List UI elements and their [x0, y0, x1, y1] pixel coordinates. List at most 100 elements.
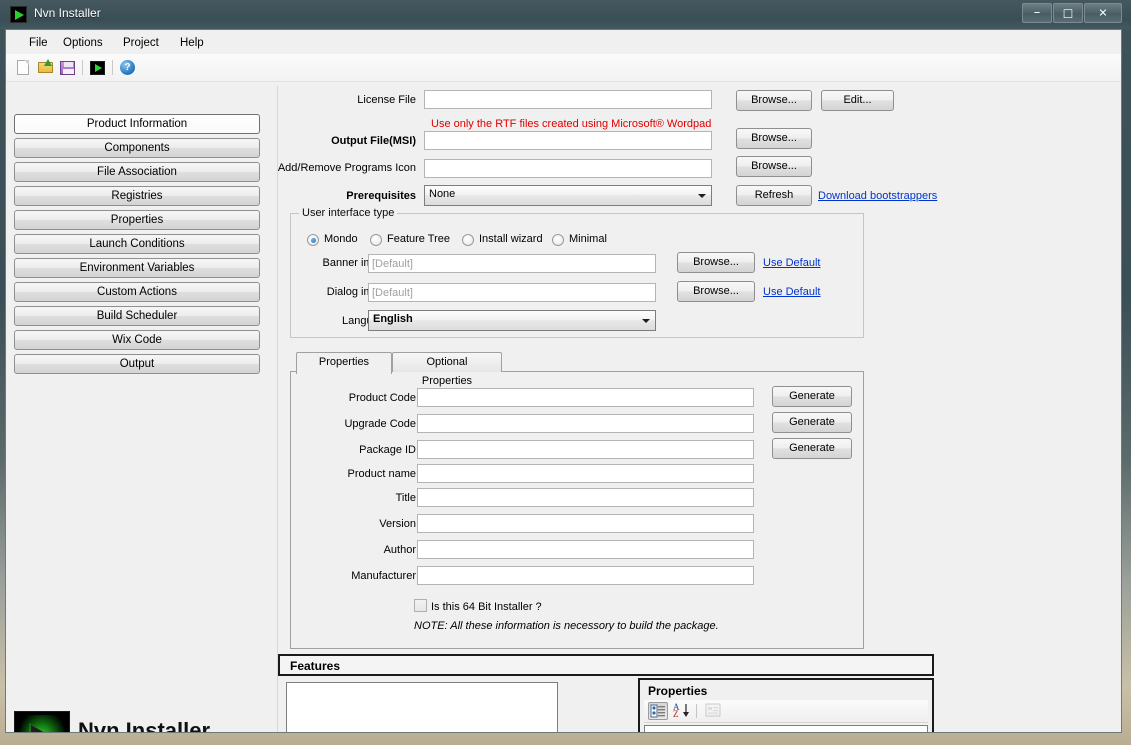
arp-icon-input[interactable]	[424, 159, 712, 178]
radio-dot-icon	[307, 234, 319, 246]
refresh-button[interactable]: Refresh	[736, 185, 812, 206]
banner-use-default-link[interactable]: Use Default	[763, 257, 820, 269]
property-pages-icon	[704, 702, 724, 720]
license-file-input[interactable]	[424, 90, 712, 109]
menu-bar: File Options Project Help	[6, 30, 1121, 54]
output-file-label: Output File(MSI)	[331, 135, 416, 147]
package-id-label: Package ID	[359, 444, 416, 456]
menu-options[interactable]: Options	[56, 35, 110, 51]
generate-package-id-button[interactable]: Generate	[772, 438, 852, 459]
prerequisites-value: None	[429, 188, 456, 200]
sidebar-item-output[interactable]: Output	[14, 354, 260, 374]
package-id-input[interactable]	[417, 440, 754, 459]
sidebar-item-launch-conditions[interactable]: Launch Conditions	[14, 234, 260, 254]
is-64bit-checkbox[interactable]	[414, 599, 427, 612]
radio-mondo-label: Mondo	[324, 233, 358, 245]
tab-optional-properties[interactable]: Optional Properties	[392, 352, 502, 387]
sidebar-item-file-association[interactable]: File Association	[14, 162, 260, 182]
product-name-label: Product name	[347, 468, 416, 480]
categorized-icon-svg	[650, 704, 665, 718]
sidebar-item-wix-code[interactable]: Wix Code	[14, 330, 260, 350]
maximize-icon: □	[1062, 6, 1074, 20]
minimize-icon: –	[1033, 5, 1041, 20]
categorized-icon[interactable]	[648, 702, 668, 720]
properties-toolbar-separator	[696, 704, 697, 718]
license-browse-button[interactable]: Browse...	[736, 90, 812, 111]
generate-upgrade-code-button[interactable]: Generate	[772, 412, 852, 433]
toolbar: ?	[6, 54, 1121, 82]
menu-help[interactable]: Help	[173, 35, 211, 51]
sidebar-item-environment-variables[interactable]: Environment Variables	[14, 258, 260, 278]
toolbar-separator-1	[82, 60, 83, 75]
manufacturer-input[interactable]	[417, 566, 754, 585]
new-icon[interactable]	[15, 59, 33, 77]
tab-properties[interactable]: Properties	[296, 352, 392, 374]
product-code-label: Product Code	[348, 392, 416, 404]
features-list[interactable]	[286, 682, 558, 732]
radio-dot-icon	[370, 234, 382, 246]
sidebar-item-properties[interactable]: Properties	[14, 210, 260, 230]
arp-icon-label: Add/Remove Programs Icon	[277, 162, 416, 174]
sidebar-item-build-scheduler[interactable]: Build Scheduler	[14, 306, 260, 326]
open-icon[interactable]	[37, 59, 55, 77]
radio-feature-tree-label: Feature Tree	[387, 233, 450, 245]
sidebar-item-registries[interactable]: Registries	[14, 186, 260, 206]
radio-install-wizard-label: Install wizard	[479, 233, 543, 245]
language-value: English	[373, 313, 413, 325]
app-logo	[14, 711, 70, 732]
sidebar-divider	[277, 86, 278, 732]
property-pages-icon-svg	[705, 703, 721, 717]
alphabetical-sort-icon[interactable]: A Z	[672, 702, 692, 720]
alphabetical-sort-icon-svg: A Z	[673, 702, 689, 719]
client-area: File Options Project Help ? Product Info…	[5, 29, 1122, 733]
help-icon[interactable]: ?	[119, 59, 137, 77]
manufacturer-label: Manufacturer	[351, 570, 416, 582]
properties-grid[interactable]	[644, 725, 928, 732]
sidebar: Product Information Components File Asso…	[14, 114, 268, 378]
license-edit-button[interactable]: Edit...	[821, 90, 894, 111]
dialog-browse-button[interactable]: Browse...	[677, 281, 755, 302]
maximize-button[interactable]: □	[1053, 3, 1083, 23]
upgrade-code-input[interactable]	[417, 414, 754, 433]
is-64bit-label: Is this 64 Bit Installer ?	[431, 601, 542, 613]
prerequisites-select[interactable]: None	[424, 185, 712, 206]
author-input[interactable]	[417, 540, 754, 559]
sidebar-item-product-information[interactable]: Product Information	[14, 114, 260, 134]
sidebar-item-components[interactable]: Components	[14, 138, 260, 158]
product-code-input[interactable]	[417, 388, 754, 407]
menu-project[interactable]: Project	[116, 35, 166, 51]
title-input[interactable]	[417, 488, 754, 507]
license-file-label: License File	[357, 94, 416, 106]
product-name-input[interactable]	[417, 464, 754, 483]
properties-panel-toolbar: A Z	[644, 700, 928, 723]
chevron-down-icon	[698, 194, 706, 198]
output-browse-button[interactable]: Browse...	[736, 128, 812, 149]
upgrade-code-label: Upgrade Code	[344, 418, 416, 430]
close-icon: ✕	[1098, 6, 1108, 20]
save-icon[interactable]	[59, 59, 77, 77]
title-label: Title	[395, 492, 416, 504]
dialog-use-default-link[interactable]: Use Default	[763, 286, 820, 298]
build-icon[interactable]	[89, 59, 107, 77]
radio-dot-icon	[462, 234, 474, 246]
version-input[interactable]	[417, 514, 754, 533]
sidebar-item-custom-actions[interactable]: Custom Actions	[14, 282, 260, 302]
minimize-button[interactable]: –	[1022, 3, 1052, 23]
user-interface-type-title: User interface type	[299, 207, 398, 219]
output-file-input[interactable]	[424, 131, 712, 150]
language-select[interactable]: English	[368, 310, 656, 331]
author-label: Author	[383, 544, 416, 556]
menu-file[interactable]: File	[22, 35, 55, 51]
banner-image-input[interactable]	[368, 254, 656, 273]
version-label: Version	[379, 518, 416, 530]
generate-product-code-button[interactable]: Generate	[772, 386, 852, 407]
arp-browse-button[interactable]: Browse...	[736, 156, 812, 177]
toolbar-separator-2	[112, 60, 113, 75]
download-bootstrappers-link[interactable]: Download bootstrappers	[818, 190, 937, 202]
dialog-image-input[interactable]	[368, 283, 656, 302]
app-window: Nvn Installer – □ ✕ File Options Project…	[0, 0, 1131, 745]
brand-name: Nvn Installer	[78, 718, 211, 733]
banner-browse-button[interactable]: Browse...	[677, 252, 755, 273]
build-note: NOTE: All these information is necessory…	[414, 620, 719, 632]
close-button[interactable]: ✕	[1084, 3, 1122, 23]
